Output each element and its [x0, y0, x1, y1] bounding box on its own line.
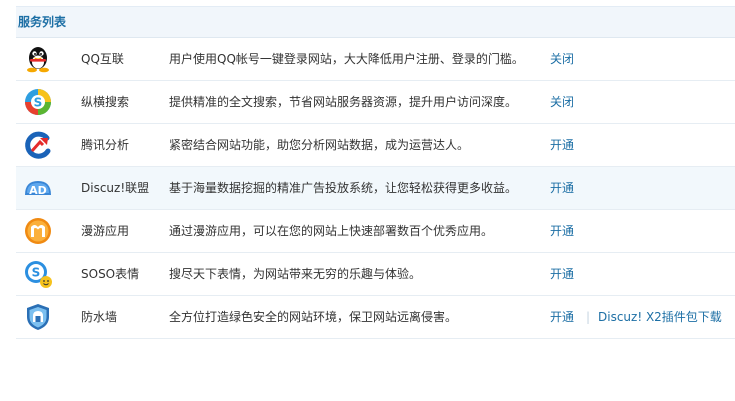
- service-description: 提供精准的全文搜索，节省网站服务器资源，提升用户访问深度。: [169, 95, 518, 109]
- service-toggle-link[interactable]: 开通: [550, 296, 574, 338]
- service-description: 用户使用QQ帐号一键登录网站，大大降低用户注册、登录的门槛。: [169, 52, 524, 66]
- service-row: S SOSO表情 搜尽天下表情，为网站带来无穷的乐趣与体验。 开通: [16, 253, 735, 296]
- panel-title: 服务列表: [16, 6, 735, 38]
- service-name: 防水墙: [81, 310, 118, 324]
- svg-text:AD: AD: [29, 184, 47, 197]
- service-toggle-link[interactable]: 开通: [550, 124, 574, 166]
- service-name: 腾讯分析: [81, 138, 130, 152]
- service-list-panel: 服务列表 QQ互联 用户使用QQ帐号一键登录网站，大大降低用户注册、登录的门槛。…: [16, 6, 735, 339]
- analytics-icon: [25, 131, 51, 159]
- service-toggle-link[interactable]: 开通: [550, 210, 574, 252]
- service-row: 防水墙 全方位打造绿色安全的网站环境，保卫网站远离侵害。 开通 | Discuz…: [16, 296, 735, 339]
- service-toggle-link[interactable]: 开通: [550, 253, 574, 295]
- service-name: Discuz!联盟: [81, 181, 150, 195]
- service-row: 腾讯分析 紧密结合网站功能，助您分析网站数据，成为运营达人。 开通: [16, 124, 735, 167]
- svg-text:S: S: [32, 266, 41, 280]
- service-name: 纵横搜索: [81, 95, 130, 109]
- service-row: S 纵横搜索 提供精准的全文搜索，节省网站服务器资源，提升用户访问深度。 关闭: [16, 81, 735, 124]
- plugin-download-link[interactable]: Discuz! X2插件包下载: [598, 296, 722, 338]
- service-description: 通过漫游应用，可以在您的网站上快速部署数百个优秀应用。: [169, 224, 494, 238]
- search-swirl-icon: S: [25, 89, 51, 115]
- service-row: QQ互联 用户使用QQ帐号一键登录网站，大大降低用户注册、登录的门槛。 关闭: [16, 38, 735, 81]
- qq-penguin-icon: [27, 47, 49, 73]
- service-toggle-link[interactable]: 关闭: [550, 81, 574, 123]
- service-name: 漫游应用: [81, 224, 130, 238]
- service-description: 基于海量数据挖掘的精准广告投放系统，让您轻松获得更多收益。: [169, 181, 518, 195]
- soso-emoticon-icon: S: [25, 261, 52, 288]
- firewall-shield-icon: [27, 304, 49, 330]
- service-row: 漫游应用 通过漫游应用，可以在您的网站上快速部署数百个优秀应用。 开通: [16, 210, 735, 253]
- service-name: SOSO表情: [81, 267, 140, 281]
- service-row: AD Discuz!联盟 基于海量数据挖掘的精准广告投放系统，让您轻松获得更多收…: [16, 167, 735, 210]
- ad-icon: AD: [25, 181, 51, 197]
- service-description: 搜尽天下表情，为网站带来无穷的乐趣与体验。: [169, 267, 422, 281]
- link-separator: |: [586, 310, 591, 324]
- service-toggle-link[interactable]: 关闭: [550, 38, 574, 80]
- manyou-icon: [25, 218, 51, 244]
- service-description: 全方位打造绿色安全的网站环境，保卫网站远离侵害。: [169, 310, 458, 324]
- service-name: QQ互联: [81, 52, 124, 66]
- service-toggle-link[interactable]: 开通: [550, 167, 574, 209]
- svg-text:S: S: [34, 96, 43, 110]
- service-description: 紧密结合网站功能，助您分析网站数据，成为运营达人。: [169, 138, 470, 152]
